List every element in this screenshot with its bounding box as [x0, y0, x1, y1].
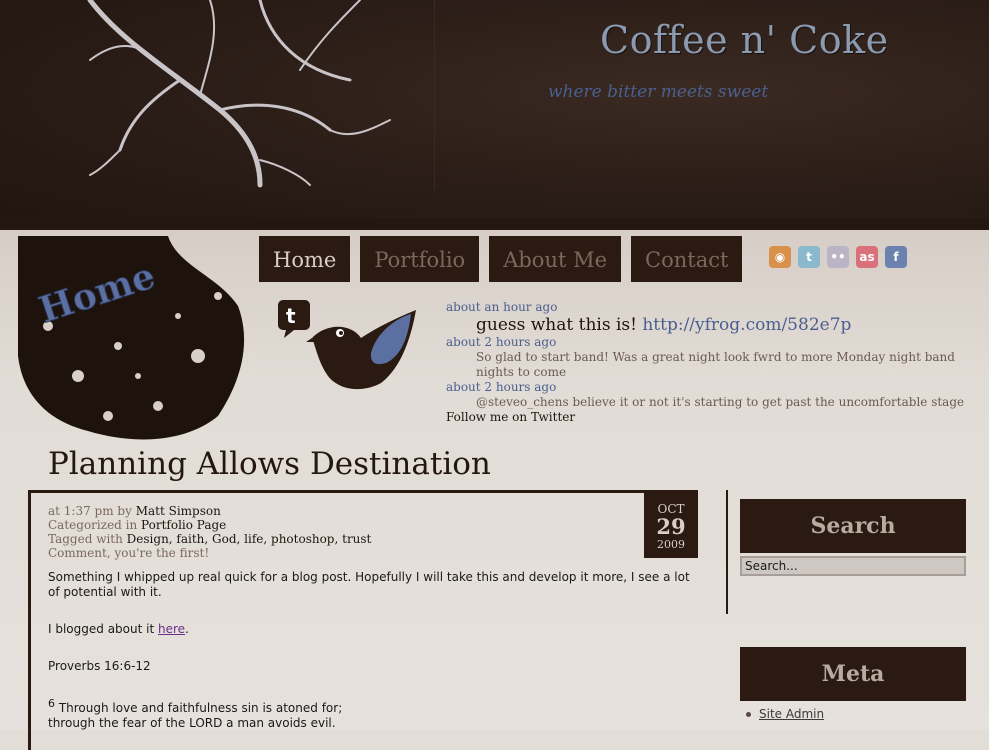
meta-list: Site Admin — [746, 706, 824, 722]
category-prefix: Categorized in — [48, 518, 142, 532]
post-time: at 1:37 pm by — [48, 504, 136, 518]
social-icons: ◉ t •• as f — [769, 246, 907, 268]
post-author[interactable]: Matt Simpson — [136, 504, 221, 518]
tree-branches-illustration — [87, 0, 391, 188]
flickr-icon[interactable]: •• — [827, 246, 849, 268]
date-year: 2009 — [657, 538, 685, 551]
post-meta: at 1:37 pm by Matt Simpson Categorized i… — [48, 504, 371, 560]
tweet-text: So glad to start band! Was a great night… — [476, 350, 955, 379]
search-widget-title: Search — [740, 499, 966, 553]
comment-link[interactable]: Comment, you're the first! — [48, 546, 209, 560]
post-title[interactable]: Planning Allows Destination — [48, 446, 491, 482]
svg-text:t: t — [286, 304, 296, 328]
site-tagline: where bitter meets sweet — [548, 82, 769, 102]
post-category[interactable]: Portfolio Page — [141, 518, 226, 532]
date-day: 29 — [656, 514, 686, 539]
tweet-time[interactable]: about 2 hours ago — [446, 380, 986, 395]
scripture-reference: Proverbs 16:6-12 — [48, 659, 151, 673]
header-divider — [434, 0, 435, 190]
tweet-link[interactable]: http://yfrog.com/582e7p — [642, 315, 851, 335]
lastfm-icon[interactable]: as — [856, 246, 878, 268]
verse-line: through the fear of the LORD a man avoid… — [48, 716, 336, 730]
post-paragraph: I blogged about it here. — [48, 622, 698, 637]
blogged-text: I blogged about it — [48, 622, 158, 636]
tweet-time[interactable]: about 2 hours ago — [446, 335, 986, 350]
nav-home[interactable]: Home — [259, 236, 351, 282]
nav-about-me[interactable]: About Me — [489, 236, 622, 282]
blogged-suffix: . — [185, 622, 189, 636]
tweet-body: guess what this is! — [476, 315, 643, 335]
twitter-bird-icon: t — [278, 300, 416, 390]
nav-portfolio[interactable]: Portfolio — [360, 236, 480, 282]
twitter-feed: about an hour ago guess what this is! ht… — [446, 300, 986, 425]
tag-prefix: Tagged with — [48, 532, 127, 546]
site-title[interactable]: Coffee n' Coke — [600, 18, 889, 62]
follow-on-twitter-link[interactable]: Follow me on Twitter — [446, 410, 986, 425]
site-admin-link[interactable]: Site Admin — [759, 706, 824, 722]
twitter-icon[interactable]: t — [798, 246, 820, 268]
main-nav: Home Portfolio About Me Contact — [259, 236, 743, 282]
sidebar-divider — [726, 490, 728, 614]
post-content: Something I whipped up real quick for a … — [48, 570, 698, 731]
rss-icon[interactable]: ◉ — [769, 246, 791, 268]
tweet-text: guess what this is! http://yfrog.com/582… — [446, 315, 986, 335]
verse-line: Through love and faithfulness sin is ato… — [55, 701, 343, 715]
header-band — [0, 218, 989, 230]
verse: 6 Through love and faithfulness sin is a… — [48, 696, 698, 716]
site-header: Coffee n' Coke where bitter meets sweet — [0, 0, 989, 230]
list-item: Site Admin — [746, 706, 824, 722]
post-paragraph: Something I whipped up real quick for a … — [48, 570, 690, 599]
facebook-icon[interactable]: f — [885, 246, 907, 268]
post-tags[interactable]: Design, faith, God, life, photoshop, tru… — [127, 532, 372, 546]
nav-contact[interactable]: Contact — [631, 236, 743, 282]
bullet-icon — [746, 711, 751, 717]
post-date-badge: OCT 29 2009 — [644, 492, 698, 558]
verse-number: 6 — [48, 697, 55, 710]
tweet-time[interactable]: about an hour ago — [446, 300, 986, 315]
home-grunge-badge: Home — [18, 236, 245, 440]
search-input[interactable] — [740, 556, 966, 576]
meta-widget-title: Meta — [740, 647, 966, 701]
here-link[interactable]: here — [158, 622, 185, 636]
tweet-text: @steveo_chens believe it or not it's sta… — [476, 395, 965, 409]
